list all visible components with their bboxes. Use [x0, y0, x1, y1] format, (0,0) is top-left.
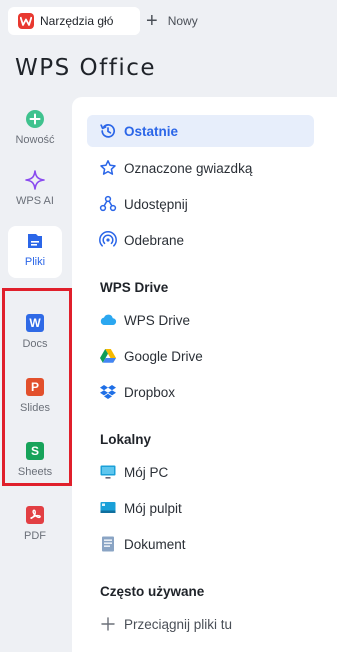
- nav-starred[interactable]: Oznaczone gwiazdką: [87, 152, 314, 184]
- rail-label-docs: Docs: [22, 338, 48, 350]
- plus-icon: +: [146, 10, 158, 32]
- rail-label-wps-ai: WPS AI: [16, 195, 54, 207]
- wps-logo-icon: [18, 13, 34, 29]
- nav-shared-label: Udostępnij: [124, 196, 188, 212]
- monitor-icon: [99, 463, 117, 481]
- nav-received-label: Odebrane: [124, 232, 185, 248]
- sparkle-icon: [25, 170, 45, 190]
- plus-icon: [99, 615, 117, 633]
- broadcast-icon: [99, 231, 117, 249]
- tab-bar: Narzędzia głó + Nowy: [0, 0, 337, 40]
- nav-documents[interactable]: Dokument: [87, 528, 314, 560]
- nav-wps-drive[interactable]: WPS Drive: [87, 304, 314, 336]
- docs-icon: W: [25, 313, 45, 333]
- tab-tools[interactable]: Narzędzia głó: [8, 7, 140, 35]
- rail-item-new[interactable]: Nowość: [8, 104, 62, 156]
- nav-shared[interactable]: Udostępnij: [87, 188, 314, 220]
- cloud-icon: [99, 311, 117, 329]
- nav-recent-label: Ostatnie: [124, 123, 179, 139]
- dropbox-icon: [99, 383, 117, 401]
- drag-files-hint[interactable]: Przeciągnij pliki tu: [87, 608, 314, 640]
- pdf-icon: [25, 505, 45, 525]
- plus-circle-icon: [25, 109, 45, 129]
- nav-dropbox[interactable]: Dropbox: [87, 376, 314, 408]
- rail-item-pdf[interactable]: PDF: [8, 500, 62, 552]
- rail-label-pdf: PDF: [24, 530, 46, 542]
- nav-my-desktop-label: Mój pulpit: [124, 500, 182, 516]
- rail-label-sheets: Sheets: [17, 466, 53, 478]
- nav-received[interactable]: Odebrane: [87, 224, 314, 256]
- nav-starred-label: Oznaczone gwiazdką: [124, 160, 253, 176]
- rail-item-wps-ai[interactable]: WPS AI: [8, 165, 62, 217]
- rail-label-files: Pliki: [24, 256, 46, 268]
- slides-icon: P: [25, 377, 45, 397]
- star-icon: [99, 159, 117, 177]
- rail-item-files[interactable]: Pliki: [8, 226, 62, 278]
- new-tab-button[interactable]: + Nowy: [146, 7, 198, 35]
- history-icon: [99, 122, 117, 140]
- section-title-local: Lokalny: [100, 432, 152, 447]
- rail-item-slides[interactable]: P Slides: [8, 372, 62, 424]
- section-title-frequent: Często używane: [100, 584, 205, 599]
- desktop-icon: [99, 499, 117, 517]
- drag-files-label: Przeciągnij pliki tu: [124, 616, 233, 632]
- nav-google-drive[interactable]: Google Drive: [87, 340, 314, 372]
- new-tab-label: Nowy: [167, 14, 198, 28]
- nav-my-pc[interactable]: Mój PC: [87, 456, 314, 488]
- nav-wps-drive-label: WPS Drive: [124, 312, 191, 328]
- rail-item-docs[interactable]: W Docs: [8, 308, 62, 360]
- rail-label-slides: Slides: [20, 402, 50, 414]
- google-drive-icon: [99, 347, 117, 365]
- sheets-icon: S: [25, 441, 45, 461]
- files-icon: [25, 231, 45, 251]
- nav-dropbox-label: Dropbox: [124, 384, 176, 400]
- files-panel: Ostatnie Oznaczone gwiazdką Udostępnij O…: [72, 97, 337, 652]
- nav-google-drive-label: Google Drive: [124, 348, 203, 364]
- tab-label: Narzędzia głó: [40, 14, 114, 28]
- rail-item-sheets[interactable]: S Sheets: [8, 436, 62, 488]
- nav-documents-label: Dokument: [124, 536, 186, 552]
- section-title-drive: WPS Drive: [100, 280, 169, 295]
- nav-my-pc-label: Mój PC: [124, 464, 169, 480]
- app-brand: WPS Office: [15, 55, 157, 81]
- share-icon: [99, 195, 117, 213]
- rail-label-new: Nowość: [15, 134, 55, 146]
- nav-my-desktop[interactable]: Mój pulpit: [87, 492, 314, 524]
- nav-recent[interactable]: Ostatnie: [87, 115, 314, 147]
- document-icon: [99, 535, 117, 553]
